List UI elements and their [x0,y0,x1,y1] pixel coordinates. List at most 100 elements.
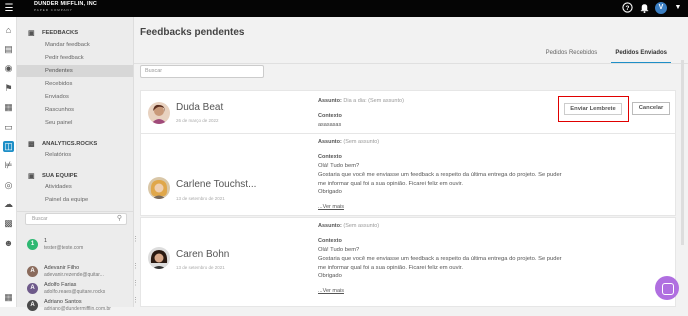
member-email: adolfo.reaes@quitare.rocks [44,289,106,295]
signpost-icon[interactable]: ⊭ [3,160,14,171]
divider [134,63,688,64]
request-date: 13 de setembro de 2021 [176,196,225,201]
message-line: Olá! Tudo bem? [318,163,360,169]
company-logo[interactable]: DUNDER MIFFLIN, INC PAPER COMPANY [34,1,98,12]
tab-bar: Pedidos Recebidos Pedidos Enviados [542,50,671,63]
sidebar-item-mandar-feedback[interactable]: Mandar feedback [45,42,90,48]
recipient-name: Duda Beat [176,102,224,113]
sidebar-item-seu-painel[interactable]: Seu painel [45,120,72,126]
compass-icon[interactable]: ◎ [3,180,14,191]
main-content: Feedbacks pendentes Pedidos Recebidos Pe… [134,17,688,307]
context-text: asasasas [318,122,342,128]
subject-value: (Sem assunto) [343,223,380,229]
team-section-header[interactable]: ▣ SUA EQUIPE [17,172,134,180]
analytics-section-header[interactable]: ▩ ANALYTICS.ROCKS [17,140,134,148]
building-icon[interactable]: ▦ [3,292,14,303]
send-reminder-button[interactable]: Enviar Lembrete [564,103,622,115]
subject-value: (Sem assunto) [343,139,380,145]
chat-bubbles-icon[interactable]: ▤ [3,44,14,55]
team-member[interactable]: A Adriano Santos adriano@dundermifflin.c… [24,297,139,316]
feedback-card: Caren Bohn 13 de setembro de 2021 Assunt… [140,217,676,307]
user-avatar[interactable]: V [655,2,667,14]
sidebar-item-atividades[interactable]: Atividades [45,184,72,190]
target-icon[interactable]: ◉ [3,63,14,74]
sidebar-item-rascunhos[interactable]: Rascunhos [45,107,74,113]
cloud-icon[interactable]: ☁ [3,199,14,210]
home-icon[interactable]: ⌂ [3,25,14,36]
bell-icon[interactable] [638,2,650,14]
feedback-icon[interactable]: ◫ [3,141,14,152]
svg-text:?: ? [625,5,629,12]
message-line: Gostaria que você me enviasse um feedbac… [318,171,562,187]
icon-rail: ⌂ ▤ ◉ ⚑ ▦ ▭ ◫ ⊭ ◎ ☁ ▩ ☻ ▦ [0,17,17,307]
subject-label: Assunto: [318,139,342,145]
member-email: tester@teste.com [44,245,84,251]
team-member[interactable]: A Adevanir Filho adevanir.rezende@quitar… [24,263,139,282]
team-search-placeholder: Buscar [32,216,48,222]
analytics-header-label: ANALYTICS.ROCKS [42,141,98,147]
member-name: Adevanir Filho [44,265,80,271]
feedbacks-header-label: FEEDBACKS [42,30,79,36]
recipient-name: Carlene Touchst... [176,179,257,190]
feedback-card: Carlene Touchst... 13 de setembro de 202… [140,133,676,216]
member-avatar: 1 [27,239,38,250]
member-avatar: A [27,300,38,311]
avatar [148,102,170,124]
clipboard-icon[interactable]: ▭ [3,122,14,133]
sidebar-item-enviados[interactable]: Enviados [45,94,69,100]
chevron-down-icon[interactable]: ▼ [672,2,684,14]
flag-icon[interactable]: ⚑ [3,83,14,94]
tab-pedidos-recebidos[interactable]: Pedidos Recebidos [542,50,602,63]
sidebar-item-painel-equipe[interactable]: Painel da equipe [45,197,88,203]
scrollbar[interactable] [681,60,684,245]
cancel-button[interactable]: Cancelar [632,102,670,115]
member-email: adevanir.rezende@quitar... [44,272,104,278]
team-icon: ▣ [28,173,35,180]
gift-icon: ▣ [28,30,35,37]
tab-pedidos-enviados[interactable]: Pedidos Enviados [611,50,671,63]
message-line: Gostaria que você me enviasse um feedbac… [318,255,562,271]
subject-label: Assunto: [318,98,342,104]
search-input[interactable]: Buscar [140,65,264,78]
sidebar-item-recebidos[interactable]: Recebidos [45,81,72,87]
sidebar: ▣ FEEDBACKS Mandar feedback Pedir feedba… [17,17,139,312]
team-search-input[interactable]: Buscar ⚲ [25,213,127,225]
chat-launcher-button[interactable] [655,276,679,300]
logo-sub-text: PAPER COMPANY [34,7,73,12]
member-name: Adolfo Farias [44,282,77,288]
bar-chart-icon: ▩ [28,141,35,148]
help-icon[interactable]: ? [621,2,633,14]
logo-main-text: DUNDER MIFFLIN, INC [34,1,98,7]
menu-icon[interactable]: ☰ [0,0,18,17]
subject-label: Assunto: [318,223,342,229]
people-icon[interactable]: ☻ [3,238,14,249]
team-member[interactable]: 1 1 tester@teste.com ⋮ [24,236,139,255]
message-line: Olá! Tudo bem? [318,247,360,253]
highlight-box: Enviar Lembrete [558,96,629,122]
context-label: Contexto [318,154,342,160]
calendar-icon[interactable]: ▦ [3,102,14,113]
message-text: Olá! Tudo bem? Gostaria que você me envi… [318,162,568,197]
page-title: Feedbacks pendentes [140,27,245,38]
message-line: Obrigado [318,189,342,196]
sidebar-item-pedir-feedback[interactable]: Pedir feedback [45,55,84,61]
divider [17,211,133,212]
member-name: Adriano Santos [44,299,82,305]
member-name: 1 [44,238,48,244]
see-more-link[interactable]: ...Ver mais [318,204,344,210]
sidebar-item-pendentes[interactable]: Pendentes [17,65,133,77]
request-date: 13 de setembro de 2021 [176,265,225,270]
avatar [148,247,170,269]
team-member[interactable]: A Adolfo Farias adolfo.reaes@quitare.roc… [24,280,139,299]
feedback-card: Duda Beat 26 de março de 2022 Assunto: D… [140,90,676,138]
org-chart-icon[interactable]: ▩ [3,218,14,229]
team-header-label: SUA EQUIPE [42,173,78,179]
request-date: 26 de março de 2022 [176,118,219,123]
top-bar: ☰ DUNDER MIFFLIN, INC PAPER COMPANY ? V … [0,0,688,17]
message-text: Olá! Tudo bem? Gostaria que você me envi… [318,246,568,281]
context-label: Contexto [318,238,342,244]
see-more-link[interactable]: ...Ver mais [318,288,344,294]
avatar [148,177,170,199]
feedbacks-section-header[interactable]: ▣ FEEDBACKS [17,29,134,37]
sidebar-item-relatorios[interactable]: Relatórios [45,152,71,158]
